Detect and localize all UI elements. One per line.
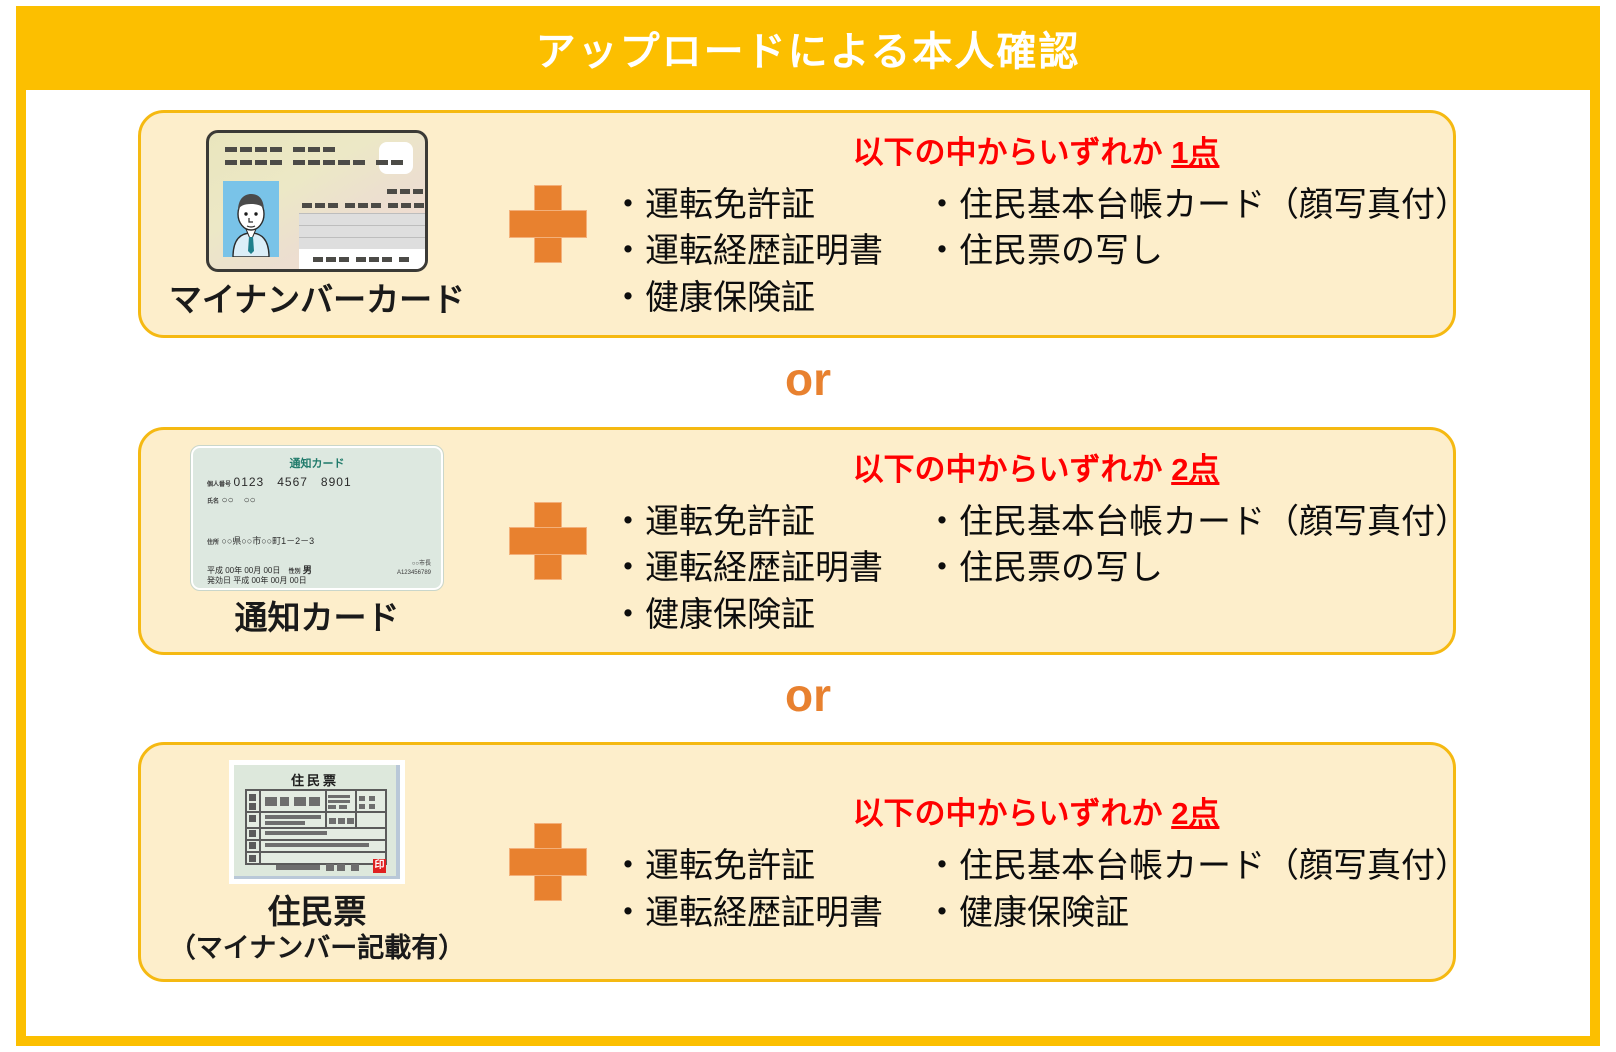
caption-main: マイナンバーカード: [168, 280, 466, 318]
document-column-mynumber: マイナンバーカード: [141, 129, 493, 319]
list-item: ・健康保険証: [611, 278, 815, 317]
bullet-column-right-2: ・住民基本台帳カード（顔写真付） ・住民票の写し: [925, 499, 1469, 638]
bullet-column-left-1: ・運転免許証 ・運転経歴証明書 ・健康保険証: [611, 182, 925, 321]
heading-count: 2点: [1171, 452, 1220, 488]
document-column-notification: 通知カード 個人番号 0123 4567 8901 氏名 ○○ ○○ 住所 ○○…: [141, 444, 493, 637]
separator-or-1: or: [785, 353, 831, 405]
document-column-juminhyo: 住民票 印 住民票 （マイナンバー記載有）: [141, 760, 493, 963]
list-item: ・運転経歴証明書: [611, 893, 883, 932]
bullet-column-right-3: ・住民基本台帳カード（顔写真付） ・健康保険証: [925, 843, 1469, 935]
heading-prefix: 以下の中からいずれか: [852, 452, 1172, 488]
issue-date: 発効日 平成 00年 00月 00日: [207, 575, 307, 585]
panel-stack: マイナンバーカード 以下の中からいずれか 1点 ・運転免許証 ・運転経歴証明書 …: [16, 90, 1600, 1046]
bullet-grid-notification: ・運転免許証 ・運転経歴証明書 ・健康保険証 ・住民基本台帳カード（顔写真付） …: [603, 499, 1469, 638]
name-value: ○○ ○○: [221, 494, 256, 506]
juminhyo-paper: 住民票 印: [234, 765, 400, 880]
option-panel-notification: 通知カード 個人番号 0123 4567 8901 氏名 ○○ ○○ 住所 ○○…: [138, 427, 1469, 655]
plus-icon: [509, 502, 587, 580]
ic-chip-icon: [379, 141, 413, 174]
document-caption-notification: 通知カード: [234, 598, 400, 637]
document-caption-mynumber: マイナンバーカード: [168, 280, 466, 319]
juminhyo-doc-title: 住民票: [290, 773, 339, 789]
notification-card-title: 通知カード: [289, 457, 345, 470]
identity-verification-infographic: アップロードによる本人確認 マイナンバーカード 以下の中からいずれか 1点 ・運…: [0, 0, 1616, 1052]
bullet-column-right-1: ・住民基本台帳カード（顔写真付） ・住民票の写し: [925, 182, 1469, 321]
gender-value: 男: [302, 564, 312, 575]
list-heading-mynumber: 以下の中からいずれか 1点: [853, 127, 1220, 172]
official-seal-icon: 印: [373, 859, 386, 874]
document-caption-juminhyo: 住民票 （マイナンバー記載有）: [168, 893, 466, 964]
list-item: ・住民票の写し: [925, 549, 1163, 588]
heading-prefix: 以下の中からいずれか: [852, 135, 1172, 171]
caption-main: 通知カード: [234, 598, 400, 636]
bullet-column-left-2: ・運転免許証 ・運転経歴証明書 ・健康保険証: [611, 499, 925, 638]
personal-number-value: 0123 4567 8901: [233, 474, 352, 489]
juminhyo-illustration: 住民票 印: [229, 760, 405, 885]
bullet-grid-mynumber: ・運転免許証 ・運転経歴証明書 ・健康保険証 ・住民基本台帳カード（顔写真付） …: [603, 182, 1469, 321]
list-item: ・健康保険証: [925, 893, 1129, 932]
bullet-grid-juminhyo: ・運転免許証 ・運転経歴証明書 ・住民基本台帳カード（顔写真付） ・健康保険証: [603, 843, 1469, 935]
caption-sub: （マイナンバー記載有）: [168, 933, 466, 964]
portrait-photo-icon: [223, 180, 279, 257]
list-item: ・住民票の写し: [925, 232, 1163, 271]
list-item: ・運転経歴証明書: [611, 232, 883, 271]
list-item: ・運転免許証: [611, 186, 815, 225]
list-heading-juminhyo: 以下の中からいずれか 2点: [853, 788, 1220, 833]
requirement-list-mynumber: 以下の中からいずれか 1点 ・運転免許証 ・運転経歴証明書 ・健康保険証 ・住民…: [603, 127, 1473, 321]
option-panel-mynumber: マイナンバーカード 以下の中からいずれか 1点 ・運転免許証 ・運転経歴証明書 …: [138, 110, 1469, 338]
plus-icon: [509, 185, 587, 263]
mynumber-card-illustration: [206, 129, 428, 272]
list-item: ・運転免許証: [611, 503, 815, 542]
plus-icon: [509, 823, 587, 901]
serial-number: A123456789: [396, 569, 431, 576]
requirement-list-juminhyo: 以下の中からいずれか 2点 ・運転免許証 ・運転経歴証明書 ・住民基本台帳カード…: [603, 788, 1473, 935]
notification-card-illustration: 通知カード 個人番号 0123 4567 8901 氏名 ○○ ○○ 住所 ○○…: [190, 444, 444, 591]
name-label: 氏名: [207, 498, 220, 505]
personal-number-label: 個人番号: [207, 481, 232, 488]
address-value: ○○県○○市○○町1－2－3: [221, 535, 315, 546]
list-item: ・運転免許証: [611, 847, 815, 886]
juminhyo-table: [245, 789, 387, 866]
heading-count: 2点: [1171, 796, 1220, 832]
caption-main: 住民票: [267, 893, 367, 931]
plus-column-3: [493, 823, 603, 901]
requirement-list-notification: 以下の中からいずれか 2点 ・運転免許証 ・運転経歴証明書 ・健康保険証 ・住民…: [603, 444, 1473, 638]
separator-or-2: or: [785, 669, 831, 721]
header-banner: アップロードによる本人確認: [16, 6, 1600, 90]
list-item: ・住民基本台帳カード（顔写真付）: [925, 847, 1469, 886]
bullet-column-left-3: ・運転免許証 ・運転経歴証明書: [611, 843, 925, 935]
plus-column-2: [493, 502, 603, 580]
heading-prefix: 以下の中からいずれか: [852, 796, 1172, 832]
plus-column-1: [493, 185, 603, 263]
birth-date: 平成 00年 00月 00日: [207, 565, 281, 575]
page-title: アップロードによる本人確認: [535, 30, 1081, 74]
list-item: ・健康保険証: [611, 595, 815, 634]
list-item: ・運転経歴証明書: [611, 549, 883, 588]
option-panel-juminhyo: 住民票 印 住民票 （マイナンバー記載有） 以下の中からいずれか 2点 ・運転免…: [138, 742, 1469, 982]
list-heading-notification: 以下の中からいずれか 2点: [853, 444, 1220, 489]
issuer-name: ○○市長: [411, 560, 431, 567]
list-item: ・住民基本台帳カード（顔写真付）: [925, 186, 1469, 225]
address-label: 住所: [207, 539, 220, 546]
heading-count: 1点: [1171, 135, 1220, 171]
list-item: ・住民基本台帳カード（顔写真付）: [925, 503, 1469, 542]
